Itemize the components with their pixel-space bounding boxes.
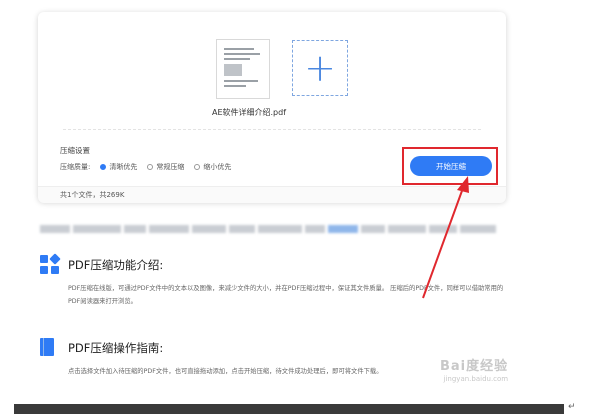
thumb-line	[224, 48, 254, 50]
card-footer: 共1个文件，共269K	[38, 186, 506, 203]
quality-option-clear[interactable]: 清晰优先	[100, 162, 137, 172]
thumb-line	[224, 58, 250, 60]
pdf-thumbnail[interactable]	[216, 39, 270, 99]
thumb-line	[224, 53, 260, 55]
radio-selected-icon[interactable]	[100, 164, 107, 170]
bottom-strip	[14, 404, 564, 414]
blurred-banner	[40, 225, 520, 233]
plus-icon: +	[304, 46, 336, 90]
radio-icon[interactable]	[147, 164, 154, 170]
grid-icon	[40, 253, 61, 275]
thumb-image	[224, 64, 242, 76]
thumb-line	[224, 85, 246, 87]
baidu-watermark: Bai度经验 jingyan.baidu.com	[440, 359, 509, 383]
book-icon	[40, 338, 60, 358]
radio-icon[interactable]	[194, 164, 201, 170]
intro-title: PDF压缩功能介绍:	[68, 258, 164, 272]
start-compress-button[interactable]: 开始压缩	[410, 156, 492, 176]
quality-selector: 压缩质量: 清晰优先 常规压缩 缩小优先	[60, 162, 231, 172]
quality-option-small[interactable]: 缩小优先	[194, 162, 231, 172]
compress-card: + AE软件详细介绍.pdf 压缩设置 压缩质量: 清晰优先 常规压缩 缩小优先…	[38, 12, 506, 203]
return-mark: ↵	[568, 402, 576, 412]
file-name: AE软件详细介绍.pdf	[211, 108, 287, 117]
thumb-line	[224, 80, 258, 82]
divider	[63, 129, 481, 130]
quality-option-normal[interactable]: 常规压缩	[147, 162, 184, 172]
settings-title: 压缩设置	[60, 146, 90, 155]
quality-label: 压缩质量:	[60, 163, 91, 171]
intro-text: PDF压缩在线版，可通过PDF文件中的文本以及图像，来减少文件的大小，并在PDF…	[68, 285, 504, 305]
add-file-button[interactable]: +	[292, 40, 348, 96]
guide-title: PDF压缩操作指南:	[68, 341, 164, 355]
file-summary: 共1个文件，共269K	[60, 191, 125, 199]
